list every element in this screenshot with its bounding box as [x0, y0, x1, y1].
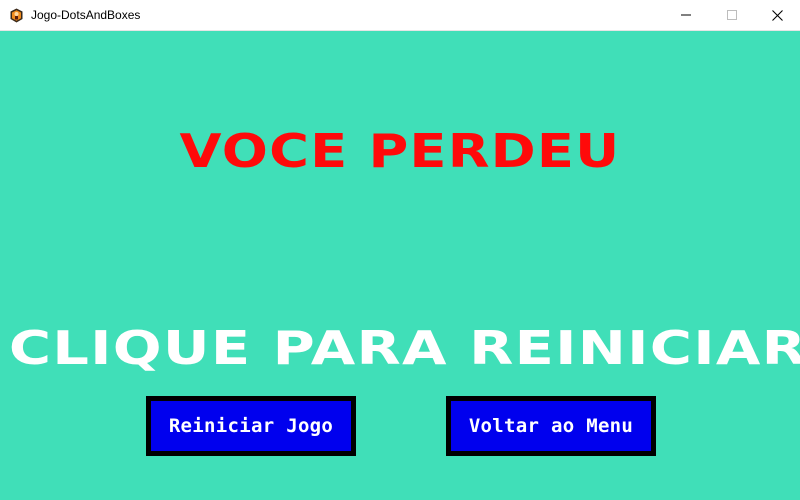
game-window: Jogo-DotsAndBoxes VOCE PERDEU CLIQUE PAR…	[0, 0, 800, 500]
minimize-icon	[681, 14, 691, 16]
restart-hint-text: CLIQUE PARA REINICIAR	[8, 321, 800, 375]
back-to-menu-button[interactable]: Voltar ao Menu	[446, 396, 656, 456]
game-app-icon	[10, 8, 23, 23]
maximize-button[interactable]	[709, 0, 755, 30]
back-to-menu-label: Voltar ao Menu	[451, 401, 651, 451]
close-icon	[771, 9, 783, 21]
restart-game-label: Reiniciar Jogo	[151, 401, 351, 451]
title-bar[interactable]: Jogo-DotsAndBoxes	[0, 0, 800, 31]
window-title: Jogo-DotsAndBoxes	[31, 8, 141, 22]
restart-game-button[interactable]: Reiniciar Jogo	[146, 396, 356, 456]
minimize-button[interactable]	[663, 0, 709, 30]
close-button[interactable]	[754, 0, 800, 30]
game-screen[interactable]: VOCE PERDEU CLIQUE PARA REINICIAR Reinic…	[0, 31, 800, 500]
maximize-icon	[727, 10, 737, 20]
game-result-text: VOCE PERDEU	[179, 124, 621, 178]
